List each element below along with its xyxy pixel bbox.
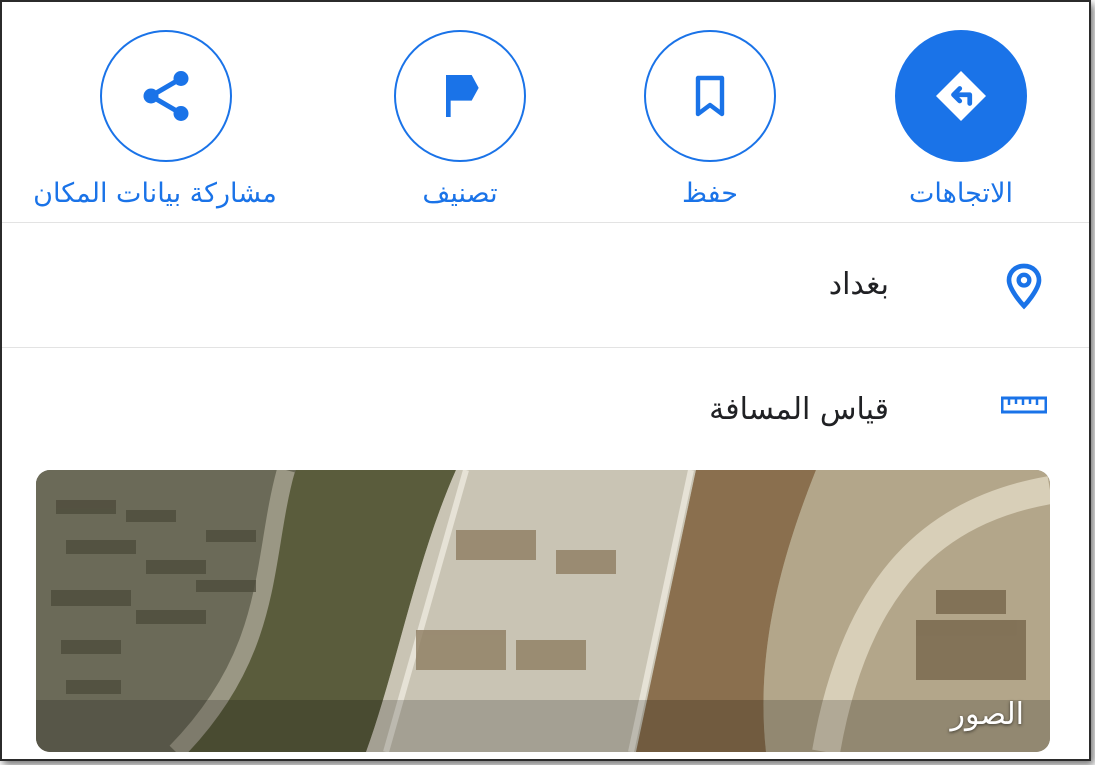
aerial-photo (36, 470, 1050, 752)
location-pin-icon (999, 261, 1049, 311)
flag-icon (394, 30, 526, 162)
directions-label: الاتجاهات (909, 178, 1013, 209)
action-bar: مشاركة بيانات المكان تصنيف حفظ الاتجاهات (2, 2, 1089, 222)
ruler-icon (999, 380, 1049, 430)
label-label: تصنيف (422, 178, 498, 209)
photos-card[interactable]: الصور (36, 470, 1050, 752)
directions-button[interactable]: الاتجاهات (831, 30, 1089, 210)
bookmark-icon (644, 30, 776, 162)
share-icon (100, 30, 232, 162)
directions-icon (895, 30, 1027, 162)
place-details-panel: مشاركة بيانات المكان تصنيف حفظ الاتجاهات… (0, 0, 1091, 761)
location-text: بغداد (828, 267, 889, 302)
share-button[interactable]: مشاركة بيانات المكان (33, 30, 296, 210)
measure-distance-row[interactable]: قياس المسافة (2, 348, 1089, 472)
label-button[interactable]: تصنيف (330, 30, 590, 210)
location-row[interactable]: بغداد (2, 223, 1089, 347)
save-label: حفظ (682, 178, 738, 209)
save-button[interactable]: حفظ (580, 30, 840, 210)
measure-distance-text: قياس المسافة (709, 392, 889, 427)
photos-label: الصور (950, 697, 1024, 732)
share-label: مشاركة بيانات المكان (33, 178, 277, 209)
